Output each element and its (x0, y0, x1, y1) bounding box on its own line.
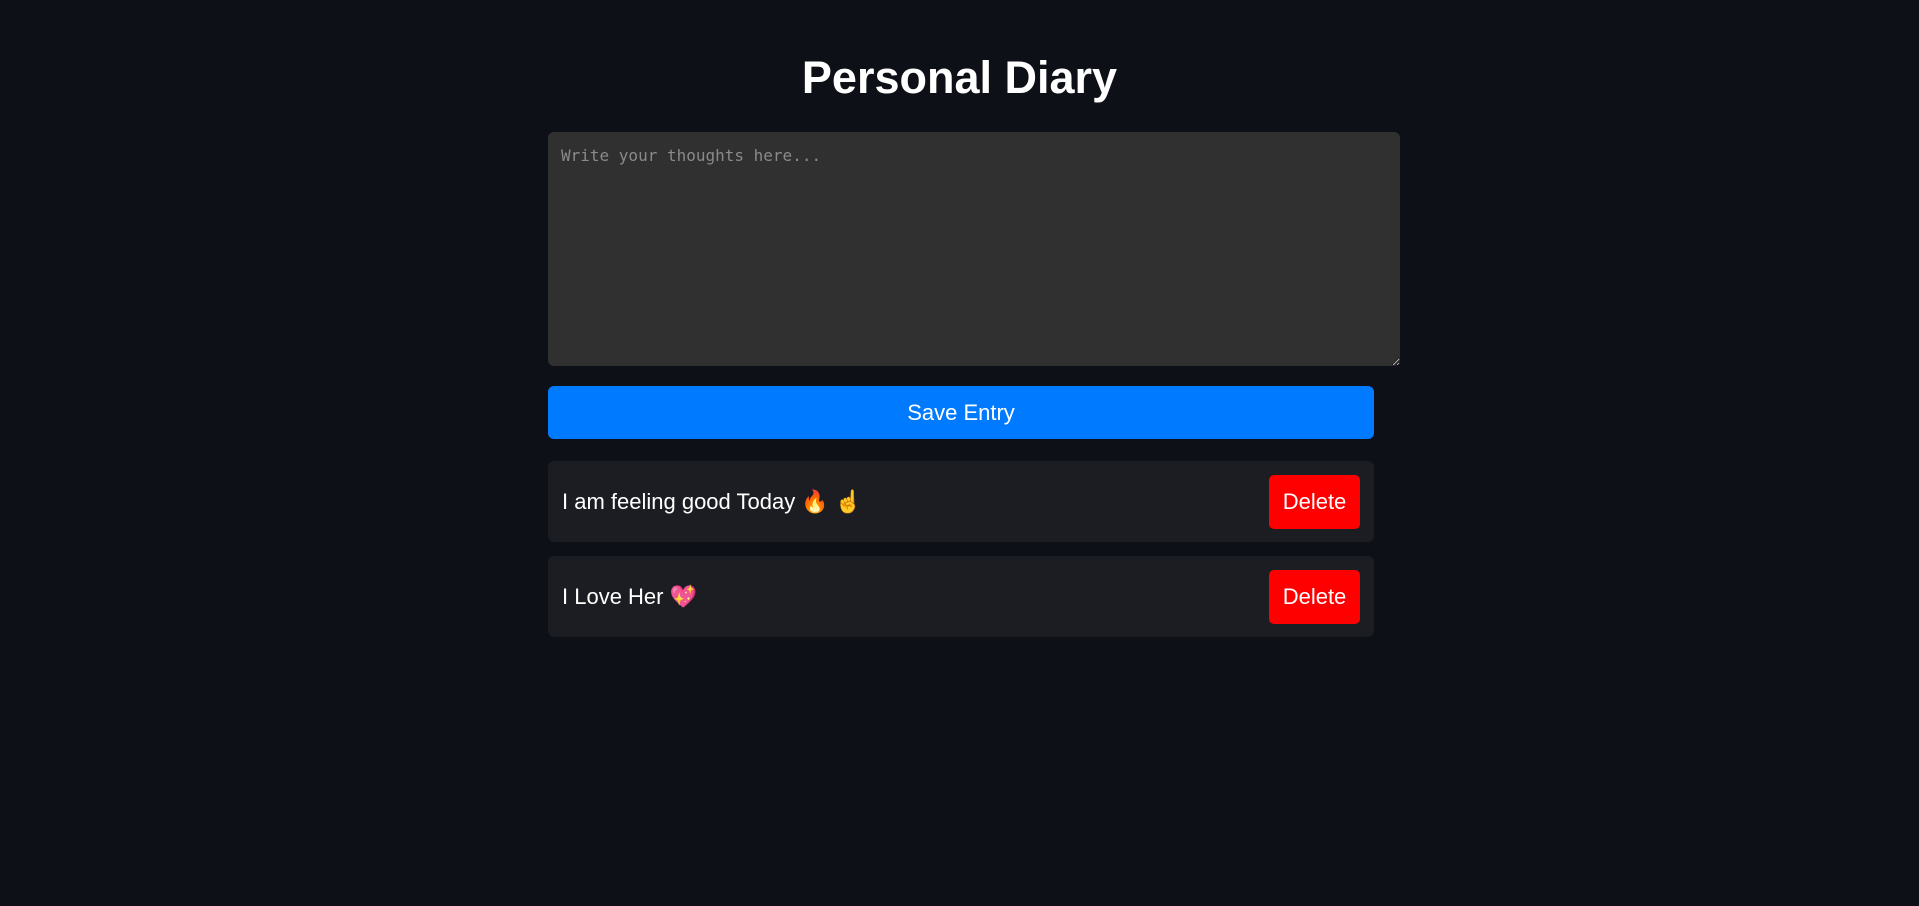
delete-entry-button[interactable]: Delete (1269, 569, 1360, 624)
page-title: Personal Diary (801, 52, 1118, 103)
diary-entry: I Love Her 💖 Delete (548, 556, 1374, 637)
diary-entry-input[interactable] (548, 132, 1400, 366)
diary-entry: I am feeling good Today 🔥 ☝️ Delete (548, 461, 1374, 542)
entries-list: I am feeling good Today 🔥 ☝️ Delete I Lo… (548, 461, 1374, 651)
diary-page: Personal Diary Save Entry I am feeling g… (0, 0, 1919, 906)
delete-entry-button[interactable]: Delete (1269, 474, 1360, 529)
entry-text: I Love Her 💖 (562, 583, 697, 609)
entry-text: I am feeling good Today 🔥 ☝️ (562, 488, 863, 514)
save-entry-button[interactable]: Save Entry (548, 386, 1374, 439)
